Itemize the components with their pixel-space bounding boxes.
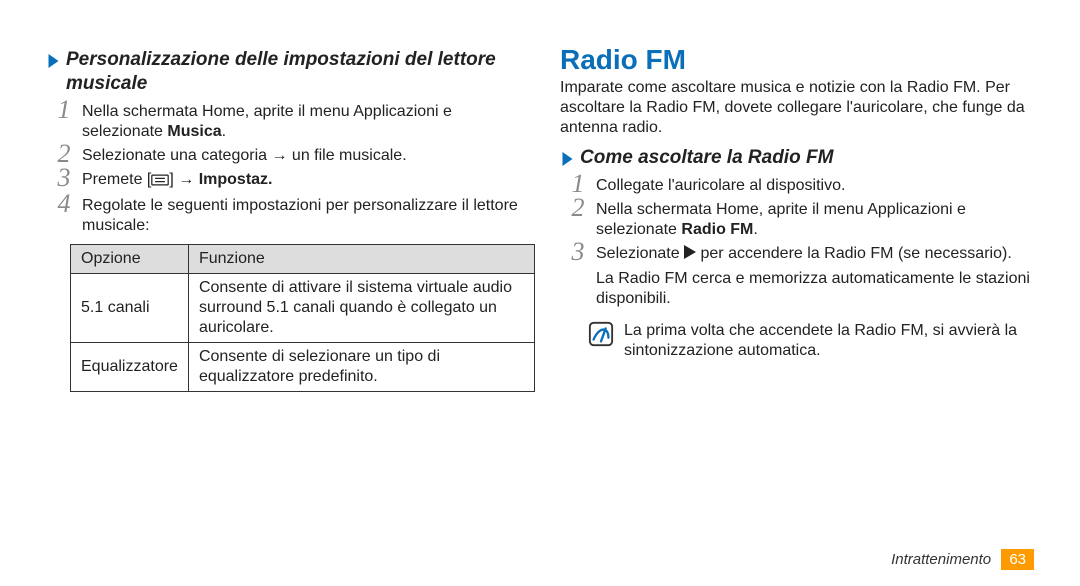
note-text: La prima volta che accendete la Radio FM…: [624, 321, 1034, 361]
manual-page: Personalizzazione delle impostazioni del…: [0, 0, 1080, 586]
left-step-2: Selezionate una categoria → un file musi…: [52, 144, 520, 168]
right-heading: Come ascoltare la Radio FM: [560, 146, 1034, 170]
note: La prima volta che accendete la Radio FM…: [588, 321, 1034, 361]
right-step-3: Selezionate per accendere la Radio FM (s…: [566, 242, 1034, 315]
left-heading: Personalizzazione delle impostazioni del…: [46, 48, 520, 96]
table-cell-option: Equalizzatore: [71, 342, 189, 391]
options-table: Opzione Funzione 5.1 canali Consente di …: [70, 244, 535, 392]
right-steps: Collegate l'auricolare al dispositivo. N…: [560, 174, 1034, 315]
chevron-right-icon: [46, 51, 60, 75]
table-cell-option: 5.1 canali: [71, 273, 189, 342]
left-steps: Nella schermata Home, aprite il menu App…: [46, 100, 520, 238]
right-column: Radio FM Imparate come ascoltare musica …: [540, 40, 1034, 566]
right-step-3-cont: La Radio FM cerca e memorizza automatica…: [596, 265, 1034, 313]
right-intro: Imparate come ascoltare musica e notizie…: [560, 78, 1034, 138]
page-number: 63: [1001, 549, 1034, 570]
left-step-1: Nella schermata Home, aprite il menu App…: [52, 100, 520, 144]
table-row: Equalizzatore Consente di selezionare un…: [71, 342, 535, 391]
left-step-3: Premete [ ] → Impostaz.: [52, 168, 520, 194]
footer-section: Intrattenimento: [891, 551, 991, 568]
left-heading-text: Personalizzazione delle impostazioni del…: [66, 49, 496, 94]
play-icon: [684, 245, 696, 265]
table-cell-function: Consente di selezionare un tipo di equal…: [188, 342, 534, 391]
right-step-2: Nella schermata Home, aprite il menu App…: [566, 198, 1034, 242]
table-cell-function: Consente di attivare il sistema virtuale…: [188, 273, 534, 342]
table-row: 5.1 canali Consente di attivare il siste…: [71, 273, 535, 342]
table-head-function: Funzione: [188, 244, 534, 273]
page-footer: Intrattenimento 63: [891, 549, 1034, 570]
right-title: Radio FM: [560, 44, 1034, 76]
table-head-option: Opzione: [71, 244, 189, 273]
left-step-4: Regolate le seguenti impostazioni per pe…: [52, 194, 520, 238]
left-column: Personalizzazione delle impostazioni del…: [46, 40, 540, 566]
note-icon: [588, 321, 616, 361]
right-heading-text: Come ascoltare la Radio FM: [580, 147, 833, 168]
right-step-1: Collegate l'auricolare al dispositivo.: [566, 174, 1034, 198]
menu-key-icon: [151, 172, 169, 192]
